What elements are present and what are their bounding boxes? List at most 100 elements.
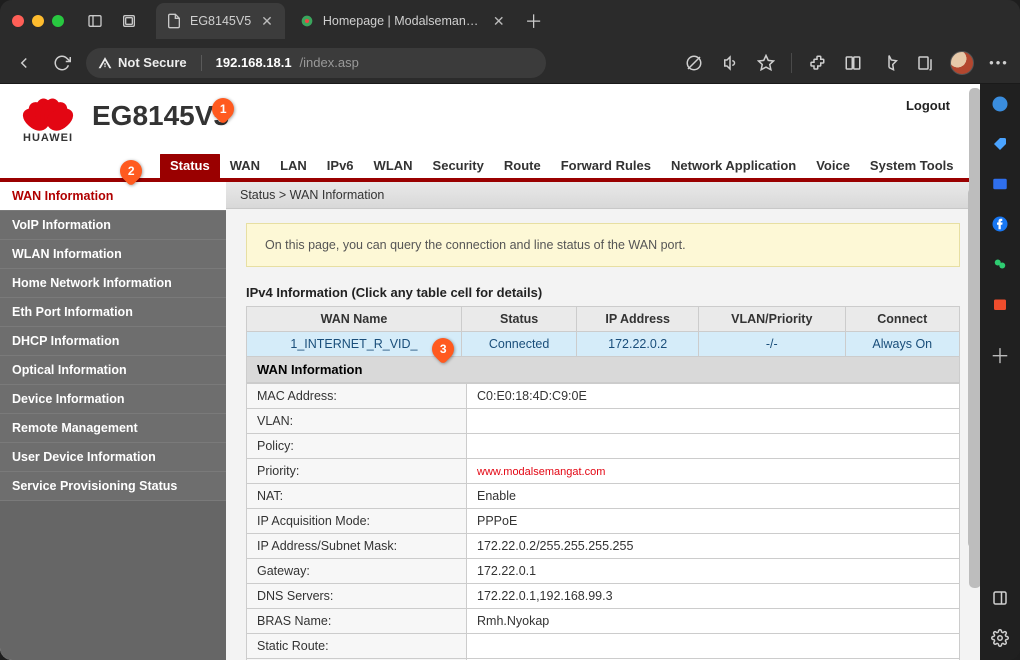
kv-key: VLAN: — [247, 409, 467, 434]
outlook-icon[interactable] — [988, 172, 1012, 196]
nav-item-wlan[interactable]: WLAN — [364, 153, 423, 178]
tab-close-icon[interactable]: ✕ — [491, 11, 507, 32]
copilot-icon[interactable] — [988, 92, 1012, 116]
facebook-icon[interactable] — [988, 212, 1012, 236]
left-nav: WAN InformationVoIP InformationWLAN Info… — [0, 182, 226, 660]
main-panel: Status > WAN Information On this page, y… — [226, 182, 980, 660]
side-item-wlan-information[interactable]: WLAN Information — [0, 240, 226, 269]
divider — [791, 53, 792, 73]
nav-item-status[interactable]: Status — [160, 153, 220, 178]
window-minimize-button[interactable] — [32, 15, 44, 27]
logout-link[interactable]: Logout — [906, 98, 950, 113]
nav-item-wan[interactable]: WAN — [220, 153, 270, 178]
side-item-optical-information[interactable]: Optical Information — [0, 356, 226, 385]
kv-value — [467, 634, 960, 659]
page-favicon-icon — [166, 13, 182, 29]
sidebar-panel-icon[interactable] — [988, 586, 1012, 610]
security-warning[interactable]: Not Secure — [98, 55, 187, 70]
nav-item-ipv6[interactable]: IPv6 — [317, 153, 364, 178]
kv-key: MAC Address: — [247, 384, 467, 409]
kv-value: Enable — [467, 484, 960, 509]
kv-row: MAC Address:C0:E0:18:4D:C9:0E — [247, 384, 960, 409]
ipv4-table-row[interactable]: 1_INTERNET_R_VID_Connected172.22.0.2-/-A… — [247, 332, 960, 357]
ipv4-section-title: IPv4 Information (Click any table cell f… — [246, 285, 960, 300]
side-item-home-network-information[interactable]: Home Network Information — [0, 269, 226, 298]
ipv4-cell[interactable]: Always On — [845, 332, 959, 357]
side-item-voip-information[interactable]: VoIP Information — [0, 211, 226, 240]
model-title: EG8145V5 — [92, 100, 229, 132]
kv-key: BRAS Name: — [247, 609, 467, 634]
settings-gear-icon[interactable] — [988, 626, 1012, 650]
url-path: /index.asp — [300, 55, 359, 70]
kv-value: 172.22.0.2/255.255.255.255 — [467, 534, 960, 559]
games-icon[interactable] — [988, 252, 1012, 276]
side-item-remote-management[interactable]: Remote Management — [0, 414, 226, 443]
nav-item-network-application[interactable]: Network Application — [661, 153, 806, 178]
side-item-eth-port-information[interactable]: Eth Port Information — [0, 298, 226, 327]
window-zoom-button[interactable] — [52, 15, 64, 27]
nav-item-system-tools[interactable]: System Tools — [860, 153, 964, 178]
sidebar-toggle-icon[interactable] — [82, 8, 108, 34]
side-item-dhcp-information[interactable]: DHCP Information — [0, 327, 226, 356]
kv-row: VLAN: — [247, 409, 960, 434]
kv-value: 172.22.0.1,192.168.99.3 — [467, 584, 960, 609]
browser-tab-active[interactable]: EG8145V5 ✕ — [156, 3, 285, 39]
profile-avatar[interactable] — [950, 51, 974, 75]
wan-subheader: WAN Information — [246, 357, 960, 383]
nav-item-security[interactable]: Security — [423, 153, 494, 178]
huawei-logo: HUAWEI — [18, 90, 78, 144]
kv-row: BRAS Name:Rmh.Nyokap — [247, 609, 960, 634]
new-tab-button[interactable]: ＋ — [517, 3, 551, 39]
ipv4-header: VLAN/Priority — [699, 307, 846, 332]
side-item-user-device-information[interactable]: User Device Information — [0, 443, 226, 472]
kv-row: IP Acquisition Mode:PPPoE — [247, 509, 960, 534]
side-item-device-information[interactable]: Device Information — [0, 385, 226, 414]
kv-row: Gateway:172.22.0.1 — [247, 559, 960, 584]
security-label: Not Secure — [118, 55, 187, 70]
kv-value: Rmh.Nyokap — [467, 609, 960, 634]
ipv4-header: IP Address — [577, 307, 699, 332]
tab-close-icon[interactable]: ✕ — [259, 11, 275, 32]
extensions-icon[interactable] — [806, 52, 828, 74]
url-host: 192.168.18.1 — [216, 55, 292, 70]
shopping-tag-icon[interactable] — [988, 132, 1012, 156]
ipv4-cell[interactable]: 1_INTERNET_R_VID_ — [247, 332, 462, 357]
side-item-service-provisioning-status[interactable]: Service Provisioning Status — [0, 472, 226, 501]
address-bar: Not Secure 192.168.18.1/index.asp ••• — [0, 42, 1020, 84]
toolbar-right: ••• — [683, 51, 1010, 75]
favorites-bar-icon[interactable] — [878, 52, 900, 74]
add-sidebar-icon[interactable]: ＋ — [988, 342, 1012, 366]
kv-value: C0:E0:18:4D:C9:0E — [467, 384, 960, 409]
nav-item-voice[interactable]: Voice — [806, 153, 860, 178]
nav-item-forward-rules[interactable]: Forward Rules — [551, 153, 661, 178]
kv-row: NAT:Enable — [247, 484, 960, 509]
ipv4-cell[interactable]: -/- — [699, 332, 846, 357]
nav-back-button[interactable] — [10, 49, 38, 77]
top-nav: StatusWANLANIPv6WLANSecurityRouteForward… — [0, 154, 980, 182]
browser-tab[interactable]: Homepage | Modalsemangat.c… ✕ — [289, 3, 517, 39]
url-field[interactable]: Not Secure 192.168.18.1/index.asp — [86, 48, 546, 78]
tab-overview-icon[interactable] — [116, 8, 142, 34]
kv-key: Priority: — [247, 459, 467, 484]
read-aloud-icon[interactable] — [719, 52, 741, 74]
menu-icon[interactable]: ••• — [988, 52, 1010, 74]
kv-row: Priority:www.modalsemangat.com — [247, 459, 960, 484]
nav-item-lan[interactable]: LAN — [270, 153, 317, 178]
nav-item-route[interactable]: Route — [494, 153, 551, 178]
kv-value: 172.22.0.1 — [467, 559, 960, 584]
ipv4-table: WAN NameStatusIP AddressVLAN/PriorityCon… — [246, 306, 960, 357]
huawei-petal-icon — [18, 90, 78, 134]
ipv4-cell[interactable]: Connected — [461, 332, 576, 357]
nav-refresh-button[interactable] — [48, 49, 76, 77]
favorite-icon[interactable] — [755, 52, 777, 74]
collections-icon[interactable] — [914, 52, 936, 74]
shopee-icon[interactable] — [988, 292, 1012, 316]
window-close-button[interactable] — [12, 15, 24, 27]
viewport-scrollbar[interactable] — [969, 84, 980, 660]
kv-value: PPPoE — [467, 509, 960, 534]
tracking-icon[interactable] — [683, 52, 705, 74]
ipv4-cell[interactable]: 172.22.0.2 — [577, 332, 699, 357]
split-screen-icon[interactable] — [842, 52, 864, 74]
info-box: On this page, you can query the connecti… — [246, 223, 960, 267]
side-item-wan-information[interactable]: WAN Information — [0, 182, 226, 211]
